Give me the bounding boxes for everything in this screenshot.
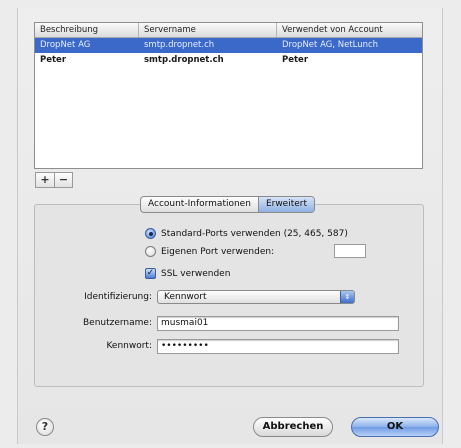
standard-ports-option[interactable]: Standard-Ports verwenden (25, 465, 587): [145, 228, 348, 239]
username-field[interactable]: musmai01: [157, 316, 399, 331]
cell-servername: smtp.dropnet.ch: [144, 40, 215, 50]
username-label: Benutzername:: [82, 318, 152, 328]
auth-select[interactable]: Kennwort ⇕: [157, 290, 355, 304]
popup-arrows-icon: ⇕: [340, 291, 354, 303]
table-row[interactable]: DropNet AG smtp.dropnet.ch DropNet AG, N…: [35, 38, 422, 53]
checkbox-checked-icon[interactable]: ✓: [145, 268, 156, 279]
custom-port-option[interactable]: Eigenen Port verwenden:: [145, 246, 274, 257]
ssl-option[interactable]: ✓ SSL verwenden: [145, 268, 230, 279]
cell-used-by: Peter: [282, 55, 309, 65]
help-button[interactable]: ?: [36, 418, 54, 436]
cancel-button[interactable]: Abbrechen: [253, 417, 333, 437]
column-header-description[interactable]: Beschreibung: [35, 23, 139, 37]
cell-description: Peter: [40, 55, 67, 65]
tab-bar: Account-Informationen Erweitert: [140, 196, 316, 213]
radio-selected-icon[interactable]: [145, 228, 156, 239]
password-label: Kennwort:: [106, 341, 152, 351]
custom-port-field[interactable]: [334, 244, 366, 258]
table-row[interactable]: Peter smtp.dropnet.ch Peter: [35, 53, 422, 68]
ssl-label: SSL verwenden: [161, 268, 231, 279]
tab-advanced[interactable]: Erweitert: [257, 197, 315, 212]
radio-unselected-icon[interactable]: [145, 246, 156, 257]
list-edit-controls: + −: [35, 172, 73, 188]
remove-server-button[interactable]: −: [54, 173, 72, 187]
smtp-server-table[interactable]: Beschreibung Servername Verwendet von Ac…: [34, 22, 423, 169]
add-server-button[interactable]: +: [36, 173, 54, 187]
auth-label: Identifizierung:: [84, 292, 152, 302]
cell-description: DropNet AG: [40, 40, 91, 50]
standard-ports-label: Standard-Ports verwenden (25, 465, 587): [161, 228, 348, 239]
auth-select-value: Kennwort: [164, 292, 207, 302]
table-header: Beschreibung Servername Verwendet von Ac…: [35, 23, 422, 38]
tab-account-info[interactable]: Account-Informationen: [141, 197, 258, 212]
column-header-servername[interactable]: Servername: [139, 23, 277, 37]
custom-port-label: Eigenen Port verwenden:: [161, 246, 275, 257]
cell-used-by: DropNet AG, NetLunch: [282, 40, 379, 50]
password-field[interactable]: •••••••••: [157, 339, 399, 354]
column-header-used-by[interactable]: Verwendet von Account: [277, 23, 422, 37]
ok-button[interactable]: OK: [351, 417, 439, 437]
cell-servername: smtp.dropnet.ch: [144, 55, 224, 65]
